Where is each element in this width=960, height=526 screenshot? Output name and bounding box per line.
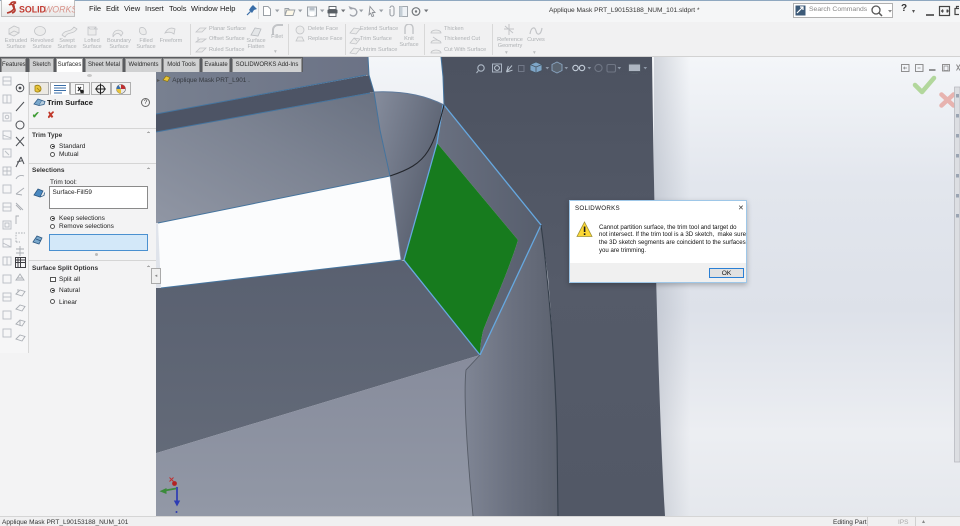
svg-text:WORKS: WORKS bbox=[44, 5, 75, 15]
svg-text:SOLID: SOLID bbox=[19, 5, 46, 15]
